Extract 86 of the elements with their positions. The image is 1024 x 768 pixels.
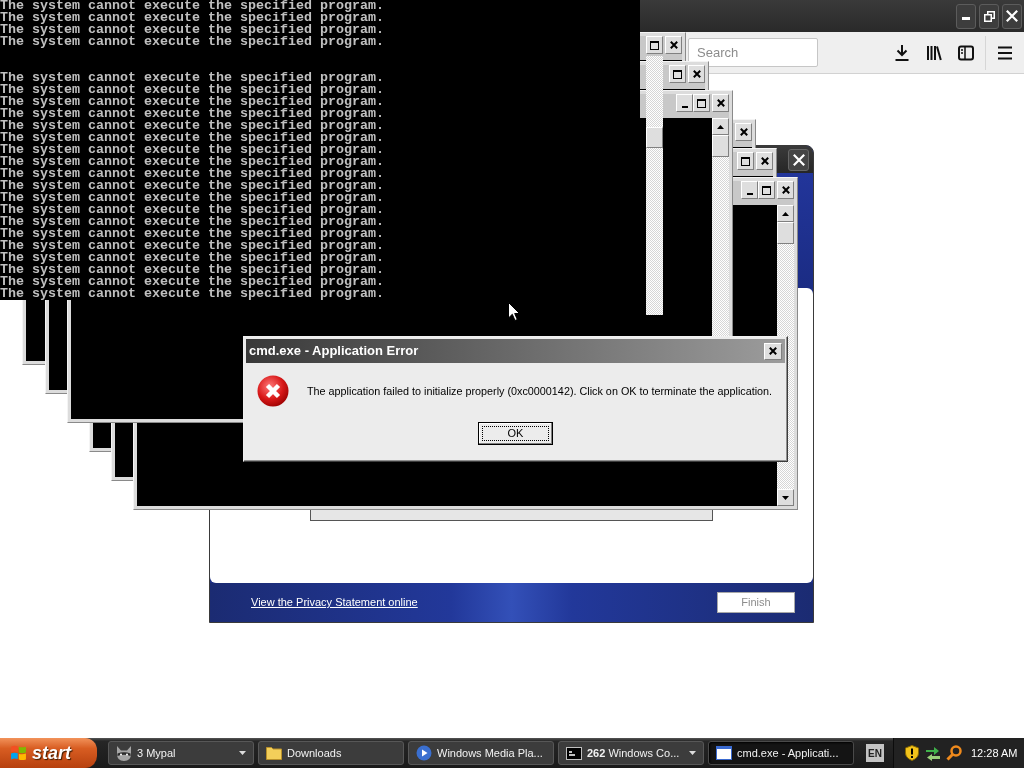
scrollbar-thumb[interactable] — [777, 222, 794, 244]
restore-button[interactable] — [979, 3, 999, 29]
close-button[interactable] — [788, 148, 809, 171]
cursor-icon — [508, 302, 520, 321]
search-field[interactable]: Search — [688, 38, 818, 67]
close-button[interactable] — [1002, 3, 1022, 29]
taskbar-button[interactable]: 262 Windows Co... — [558, 741, 704, 765]
arrow-up-icon — [717, 124, 724, 129]
maximize-button[interactable] — [737, 152, 754, 170]
maximize-icon — [741, 156, 750, 166]
console-line: The system cannot execute the specified program. — [0, 216, 384, 228]
maximize-button[interactable] — [646, 36, 663, 54]
error-message: The application failed to initialize properly (0xc0000142). Click on OK to terminate the application. — [307, 383, 773, 399]
taskbar-button[interactable]: Windows Media Pla... — [408, 741, 554, 765]
close-icon — [669, 41, 678, 49]
console-line: The system cannot execute the specified program. — [0, 72, 384, 84]
taskbar-button[interactable]: cmd.exe - Applicati... — [708, 741, 854, 765]
console-line: The system cannot execute the specified program. — [0, 156, 384, 168]
close-icon — [781, 186, 790, 194]
taskbar-button[interactable]: Downloads — [258, 741, 404, 765]
warning-shield-icon[interactable] — [905, 745, 919, 761]
minimize-icon — [962, 16, 970, 20]
ok-button[interactable]: OK — [478, 422, 553, 445]
window-icon — [716, 746, 732, 760]
close-icon — [692, 70, 701, 78]
console-line: The system cannot execute the specified program. — [0, 252, 384, 264]
maximize-icon — [762, 185, 771, 195]
sidebar-icon[interactable] — [958, 44, 974, 61]
animal-head-icon — [116, 745, 132, 761]
close-icon — [716, 99, 725, 107]
restore-icon — [983, 10, 995, 22]
close-icon — [760, 157, 769, 165]
scroll-up-button[interactable] — [712, 118, 729, 135]
console-line: The system cannot execute the specified program. — [0, 144, 384, 156]
scroll-down-button[interactable] — [777, 489, 794, 506]
download-icon[interactable] — [894, 44, 910, 61]
privacy-link[interactable]: View the Privacy Statement online — [251, 594, 418, 611]
maximize-icon — [697, 98, 706, 108]
minimize-icon — [746, 193, 753, 195]
maximize-icon — [673, 69, 682, 79]
scrollbar-thumb[interactable] — [712, 135, 729, 157]
console-line: The system cannot execute the specified program. — [0, 204, 384, 216]
language-indicator[interactable]: EN — [866, 744, 884, 762]
console-line: The system cannot execute the specified program. — [0, 24, 384, 36]
console-line: The system cannot execute the specified program. — [0, 108, 384, 120]
scrollbar-thumb[interactable] — [646, 127, 663, 148]
taskbar-button[interactable]: 3 Mypal — [108, 741, 254, 765]
maximize-button[interactable] — [669, 65, 686, 83]
library-icon[interactable] — [926, 44, 942, 61]
arrow-up-icon — [782, 211, 789, 216]
maximize-icon — [650, 40, 659, 50]
terminal-icon — [566, 746, 582, 760]
console-line: The system cannot execute the specified program. — [0, 264, 384, 276]
close-icon — [769, 347, 777, 355]
console-line: The system cannot execute the specified program. — [0, 96, 384, 108]
maximize-button[interactable] — [693, 94, 710, 112]
windows-logo-icon — [10, 745, 27, 761]
arrow-down-icon — [782, 495, 789, 500]
console-line: The system cannot execute the specified program. — [0, 120, 384, 132]
menu-icon[interactable] — [997, 45, 1013, 60]
console-line: The system cannot execute the specified program. — [0, 12, 384, 24]
console-line: The system cannot execute the specified program. — [0, 84, 384, 96]
scroll-up-button[interactable] — [777, 205, 794, 222]
transfer-arrows-icon[interactable] — [925, 745, 941, 761]
console-line: The system cannot execute the specified program. — [0, 36, 384, 48]
console-line: The system cannot execute the specified program. — [0, 228, 384, 240]
minimize-icon — [681, 106, 688, 108]
console-line: The system cannot execute the specified program. — [0, 192, 384, 204]
minimize-button[interactable] — [956, 3, 976, 29]
console-line: The system cannot execute the specified program. — [0, 276, 384, 288]
clock[interactable]: 12:28 AM — [971, 744, 1018, 762]
console-line: The system cannot execute the specified program. — [0, 132, 384, 144]
play-icon — [416, 745, 432, 761]
search-icon[interactable] — [946, 745, 962, 761]
maximize-button[interactable] — [758, 181, 775, 199]
console-line: The system cannot execute the specified program. — [0, 180, 384, 192]
console-line: The system cannot execute the specified program. — [0, 168, 384, 180]
close-icon — [1006, 10, 1018, 22]
folder-icon — [266, 746, 282, 760]
close-icon — [739, 128, 748, 136]
console-line: The system cannot execute the specified program. — [0, 240, 384, 252]
close-icon — [792, 153, 805, 166]
dialog-title: cmd.exe - Application Error — [249, 342, 419, 361]
start-button[interactable]: start — [0, 738, 97, 768]
console-line: The system cannot execute the specified program. — [0, 288, 384, 300]
error-icon — [257, 375, 289, 407]
